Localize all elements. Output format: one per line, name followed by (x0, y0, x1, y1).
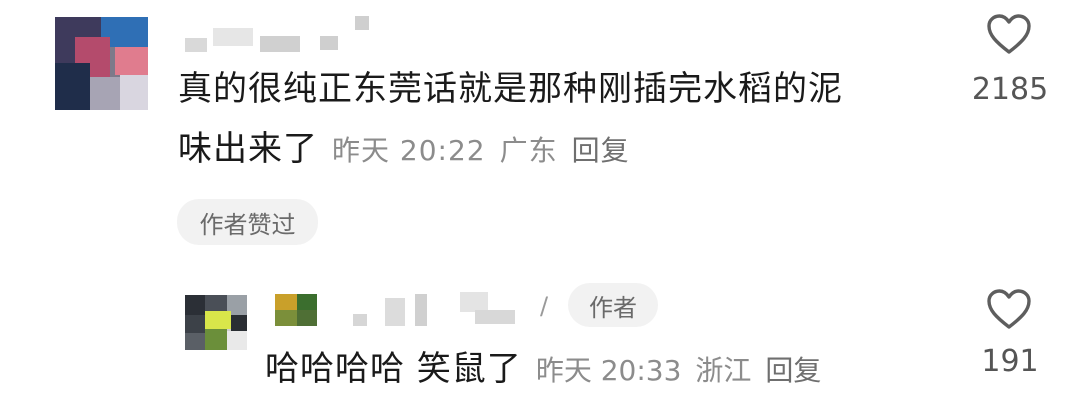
reply-like-button[interactable] (986, 288, 1032, 330)
reply-reply-button[interactable]: 回复 (765, 349, 821, 389)
reply-avatar[interactable] (185, 295, 247, 350)
comment-text: 真的很纯正东莞话就是那种刚插完水稻的泥 味出来了 昨天 20:22 广东 回复 (178, 66, 948, 174)
reply-text: 哈哈哈哈 笑鼠了 (265, 349, 522, 389)
heart-outline-icon (987, 14, 1031, 54)
avatar[interactable] (55, 17, 148, 110)
comment-text-line1: 真的很纯正东莞话就是那种刚插完水稻的泥 (178, 69, 843, 109)
comment-like-count: 2185 (971, 72, 1049, 107)
comment-time: 昨天 20:22 (332, 134, 486, 167)
comment-reply-button[interactable]: 回复 (572, 128, 630, 174)
reply-like-count: 191 (981, 344, 1039, 379)
comment-location: 广东 (499, 134, 558, 167)
reply-separator: / (540, 292, 549, 320)
reply-location: 浙江 (695, 354, 752, 387)
author-badge: 作者 (568, 283, 658, 327)
reply-content-row: 哈哈哈哈 笑鼠了 昨天 20:33 浙江 回复 (265, 346, 821, 392)
comment-like-button[interactable] (986, 13, 1032, 55)
comment-text-line2: 味出来了 (178, 129, 318, 169)
author-liked-badge: 作者赞过 (177, 199, 318, 245)
reply-time: 昨天 20:33 (535, 354, 682, 387)
reply-username-blurred[interactable] (275, 292, 535, 332)
username-blurred[interactable] (185, 16, 375, 56)
heart-outline-icon (987, 289, 1031, 329)
